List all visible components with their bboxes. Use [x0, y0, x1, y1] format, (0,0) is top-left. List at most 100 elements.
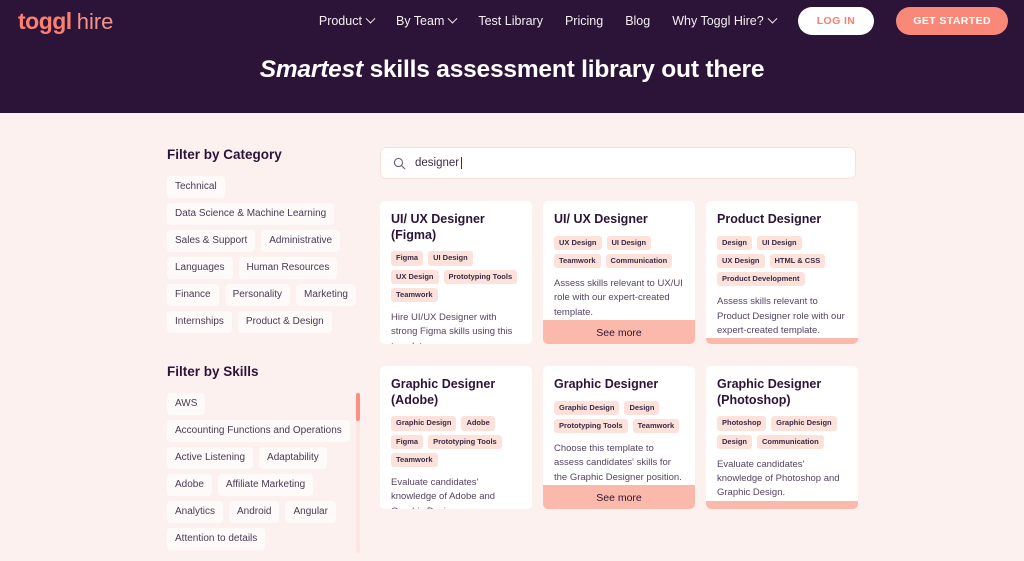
- nav-item-why-toggl-hire[interactable]: Why Toggl Hire?: [672, 13, 778, 28]
- test-library-main: designer UI/ UX Designer (Figma) Figma U…: [380, 147, 858, 553]
- category-chip-finance[interactable]: Finance: [167, 284, 219, 306]
- see-more-button[interactable]: See more: [706, 500, 858, 509]
- filter-by-skills-title: Filter by Skills: [167, 364, 259, 379]
- skills-scrollbar[interactable]: [356, 393, 360, 553]
- log-in-button[interactable]: LOG IN: [797, 7, 875, 35]
- test-card-body: Graphic Designer Graphic Design Design P…: [543, 366, 695, 485]
- nav-item-by-team[interactable]: By Team: [396, 13, 458, 28]
- page-title-emphasis: Smartest: [259, 56, 363, 83]
- nav-item-pricing-label: Pricing: [564, 14, 604, 28]
- tag: Teamwork: [391, 287, 438, 302]
- category-chip-marketing[interactable]: Marketing: [296, 284, 356, 306]
- test-card[interactable]: UI/ UX Designer (Figma) Figma UI Design …: [380, 201, 532, 344]
- skills-scroll-area[interactable]: AWS Accounting Functions and Operations …: [167, 393, 362, 553]
- test-card[interactable]: Product Designer Design UI Design UX Des…: [706, 201, 858, 344]
- filter-by-category-title: Filter by Category: [167, 147, 282, 162]
- skill-chip-active-listening[interactable]: Active Listening: [167, 447, 254, 469]
- skill-chip-adaptability[interactable]: Adaptability: [259, 447, 327, 469]
- logo-brand-text: toggl: [18, 7, 72, 34]
- filter-by-skills-section: Filter by Skills AWS Accounting Function…: [167, 364, 362, 553]
- test-card[interactable]: Graphic Designer (Photoshop) Photoshop G…: [706, 366, 858, 509]
- category-chip-human-resources[interactable]: Human Resources: [238, 257, 338, 279]
- skill-chip-aws[interactable]: AWS: [167, 393, 206, 415]
- category-chip-internships[interactable]: Internships: [167, 311, 232, 333]
- tag: UX Design: [554, 235, 602, 250]
- see-more-button[interactable]: See more: [706, 338, 858, 344]
- see-more-button[interactable]: See more: [543, 484, 695, 509]
- skills-scrollbar-thumb[interactable]: [356, 393, 360, 421]
- chevron-down-icon: [365, 13, 376, 24]
- skill-chip-list: AWS Accounting Functions and Operations …: [167, 393, 350, 553]
- skill-chip-attention-to-details[interactable]: Attention to details: [167, 528, 266, 550]
- skill-chip-adobe[interactable]: Adobe: [167, 474, 212, 496]
- tag: UI Design: [606, 235, 652, 250]
- top-navigation-bar: toggl hire Product By Team Test Library …: [0, 0, 1024, 42]
- test-card-body: Product Designer Design UI Design UX Des…: [706, 201, 858, 338]
- category-chip-technical[interactable]: Technical: [167, 176, 225, 198]
- test-card-body: Graphic Designer (Adobe) Graphic Design …: [380, 366, 532, 509]
- test-card-body: Graphic Designer (Photoshop) Photoshop G…: [706, 366, 858, 501]
- category-chip-list: Technical Data Science & Machine Learnin…: [167, 176, 362, 333]
- test-card-body: UI/ UX Designer UX Design UI Design Team…: [543, 201, 695, 320]
- test-card[interactable]: UI/ UX Designer UX Design UI Design Team…: [543, 201, 695, 344]
- test-card-title: Graphic Designer (Adobe): [391, 377, 496, 407]
- tag: UX Design: [391, 269, 439, 284]
- test-card-title: Product Designer: [717, 212, 822, 226]
- test-card-title: Graphic Designer (Photoshop): [717, 377, 822, 407]
- page-content: Filter by Category Technical Data Scienc…: [0, 113, 1024, 553]
- test-card-description: Assess skills relevant to Product Design…: [717, 296, 845, 336]
- tag: UX Design: [717, 253, 765, 269]
- tag: Prototyping Tools: [554, 418, 628, 434]
- tag: Adobe: [461, 416, 495, 431]
- tag: Figma: [391, 251, 424, 266]
- skill-chip-angular[interactable]: Angular: [285, 501, 336, 523]
- test-card-tags: Graphic Design Adobe Figma Prototyping T…: [391, 416, 521, 467]
- nav-item-test-library[interactable]: Test Library: [478, 14, 543, 28]
- category-chip-languages[interactable]: Languages: [167, 257, 233, 279]
- test-card-tags: UX Design UI Design Teamwork Communicati…: [554, 235, 684, 269]
- test-card[interactable]: Graphic Designer Graphic Design Design P…: [543, 366, 695, 509]
- test-card[interactable]: Graphic Designer (Adobe) Graphic Design …: [380, 366, 532, 509]
- tag: Graphic Design: [554, 400, 620, 415]
- nav-item-pricing[interactable]: Pricing: [565, 14, 603, 28]
- test-card-title: UI/ UX Designer (Figma): [391, 212, 485, 242]
- skill-chip-analytics[interactable]: Analytics: [167, 501, 224, 523]
- test-card-tags: Graphic Design Design Prototyping Tools …: [554, 400, 684, 434]
- skill-chip-affiliate-marketing[interactable]: Affiliate Marketing: [217, 474, 314, 496]
- nav-item-product-label: Product: [318, 14, 362, 28]
- tag: UI Design: [428, 251, 473, 266]
- test-card-description: Choose this template to assess candidate…: [554, 443, 682, 483]
- tag: Product Development: [717, 272, 805, 287]
- test-card-body: UI/ UX Designer (Figma) Figma UI Design …: [380, 201, 532, 344]
- category-chip-personality[interactable]: Personality: [224, 284, 291, 306]
- test-card-description: Assess skills relevant to UX/UI role wit…: [554, 278, 683, 318]
- search-input[interactable]: designer: [415, 157, 463, 169]
- tag: HTML & CSS: [769, 253, 826, 269]
- logo-product-text: hire: [76, 8, 114, 34]
- test-card-description: Evaluate candidates' knowledge of Adobe …: [391, 477, 496, 509]
- tag: Figma: [391, 434, 424, 449]
- skill-chip-android[interactable]: Android: [229, 501, 280, 523]
- category-chip-product-design[interactable]: Product & Design: [237, 311, 332, 333]
- nav-item-product[interactable]: Product: [318, 13, 376, 28]
- tag: Design: [717, 434, 753, 449]
- toggl-hire-logo[interactable]: toggl hire: [18, 8, 113, 35]
- test-card-grid: UI/ UX Designer (Figma) Figma UI Design …: [380, 201, 858, 509]
- nav-item-why-toggl-hire-label: Why Toggl Hire?: [672, 14, 764, 28]
- category-chip-data-science[interactable]: Data Science & Machine Learning: [167, 203, 335, 225]
- category-chip-sales-support[interactable]: Sales & Support: [167, 230, 256, 252]
- tag: Teamwork: [391, 452, 438, 467]
- skill-chip-accounting-functions[interactable]: Accounting Functions and Operations: [167, 420, 350, 442]
- page-title: Smartest skills assessment library out t…: [0, 56, 1024, 84]
- see-more-button[interactable]: See more: [543, 319, 695, 344]
- filters-sidebar: Filter by Category Technical Data Scienc…: [167, 147, 362, 553]
- page-title-rest: skills assessment library out there: [362, 56, 765, 83]
- get-started-button[interactable]: GET STARTED: [896, 7, 1008, 35]
- tag: UI Design: [757, 235, 802, 250]
- nav-item-blog[interactable]: Blog: [625, 14, 650, 28]
- tag: Prototyping Tools: [443, 269, 518, 284]
- category-chip-administrative[interactable]: Administrative: [261, 230, 341, 252]
- search-bar[interactable]: designer: [380, 147, 856, 179]
- tag: Prototyping Tools: [428, 434, 502, 449]
- tag: Teamwork: [632, 418, 680, 434]
